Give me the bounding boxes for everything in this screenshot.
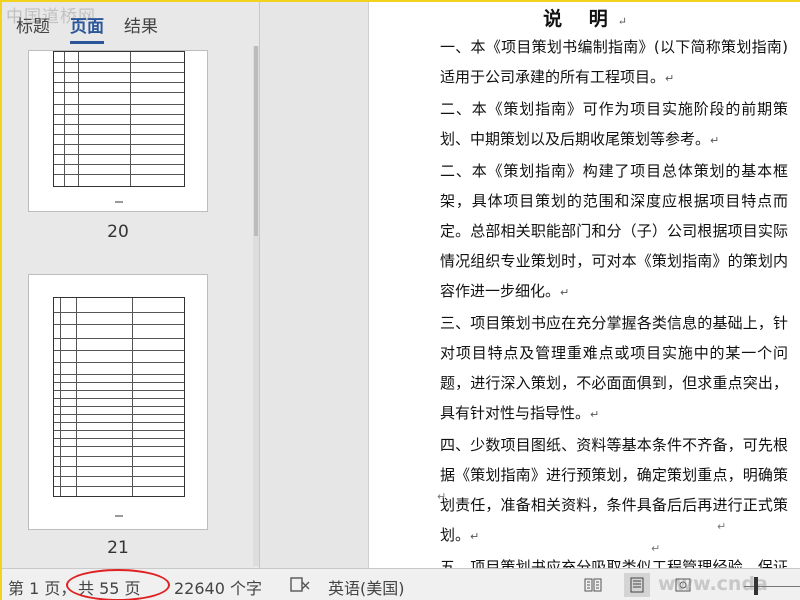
nav-tabs: 标题 页面 结果 — [16, 12, 158, 44]
document-page[interactable]: 说 明↵ 一、本《项目策划书编制指南》(以下简称策划指南)适用于公司承建的所有工… — [368, 2, 800, 568]
status-bar: 第 1 页， 共 55 页 22640 个字 英语(美国) www.cnda o… — [2, 568, 800, 600]
navigation-pane: 中国道桥网 标题 页面 结果 20 21 — [2, 2, 260, 568]
proofing-icon[interactable] — [290, 576, 310, 598]
mini-table — [53, 297, 185, 497]
paragraph-6[interactable]: 五、项目策划书应充分吸取类似工程管理经验，保证质量，具备可操作性。↵ — [440, 552, 788, 568]
word-count[interactable]: 22640 个字 — [174, 575, 262, 599]
empty-paragraph-mark: ↵ — [437, 490, 447, 503]
nav-scrollbar[interactable] — [253, 46, 259, 566]
paragraph-5[interactable]: 四、少数项目图纸、资料等基本条件不齐备，可先根据《策划指南》进行预策划，确定策划… — [440, 430, 788, 552]
zoom-slider-track[interactable] — [744, 586, 800, 587]
empty-paragraph-mark: ↵ — [717, 520, 727, 533]
empty-paragraph-mark: ↵ — [651, 542, 661, 555]
zoom-slider-knob[interactable] — [754, 577, 758, 595]
paragraph-2[interactable]: 二、本《策划指南》可作为项目实施阶段的前期策划、中期策划以及后期收尾策划等参考。… — [440, 94, 788, 156]
page-thumbnail-20[interactable] — [28, 50, 208, 212]
page-thumbnail-21[interactable] — [28, 274, 208, 530]
thumbnail-list[interactable]: 20 21 — [2, 46, 259, 568]
read-mode-icon[interactable] — [580, 573, 606, 597]
thumbnail-number-21: 21 — [107, 538, 129, 558]
paragraph-1[interactable]: 一、本《项目策划书编制指南》(以下简称策划指南)适用于公司承建的所有工程项目。↵ — [440, 32, 788, 94]
document-body[interactable]: 一、本《项目策划书编制指南》(以下简称策划指南)适用于公司承建的所有工程项目。↵… — [440, 32, 788, 568]
tab-pages[interactable]: 页面 — [70, 12, 104, 44]
paragraph-4[interactable]: 三、项目策划书应在充分掌握各类信息的基础上，针对项目特点及管理重难点或项目实施中… — [440, 308, 788, 430]
highlight-ellipse — [66, 569, 170, 600]
print-layout-icon[interactable] — [624, 573, 650, 597]
document-area[interactable]: 说 明↵ 一、本《项目策划书编制指南》(以下简称策划指南)适用于公司承建的所有工… — [261, 2, 800, 568]
paragraph-3[interactable]: 二、本《策划指南》构建了项目总体策划的基本框架，具体项目策划的范围和深度应根据项… — [440, 156, 788, 308]
tab-headings[interactable]: 标题 — [16, 12, 50, 44]
language-indicator[interactable]: 英语(美国) — [328, 575, 405, 599]
mini-table — [53, 51, 185, 187]
document-title: 说 明↵ — [543, 8, 627, 30]
tab-results[interactable]: 结果 — [124, 12, 158, 44]
thumbnail-number-20: 20 — [107, 222, 129, 242]
